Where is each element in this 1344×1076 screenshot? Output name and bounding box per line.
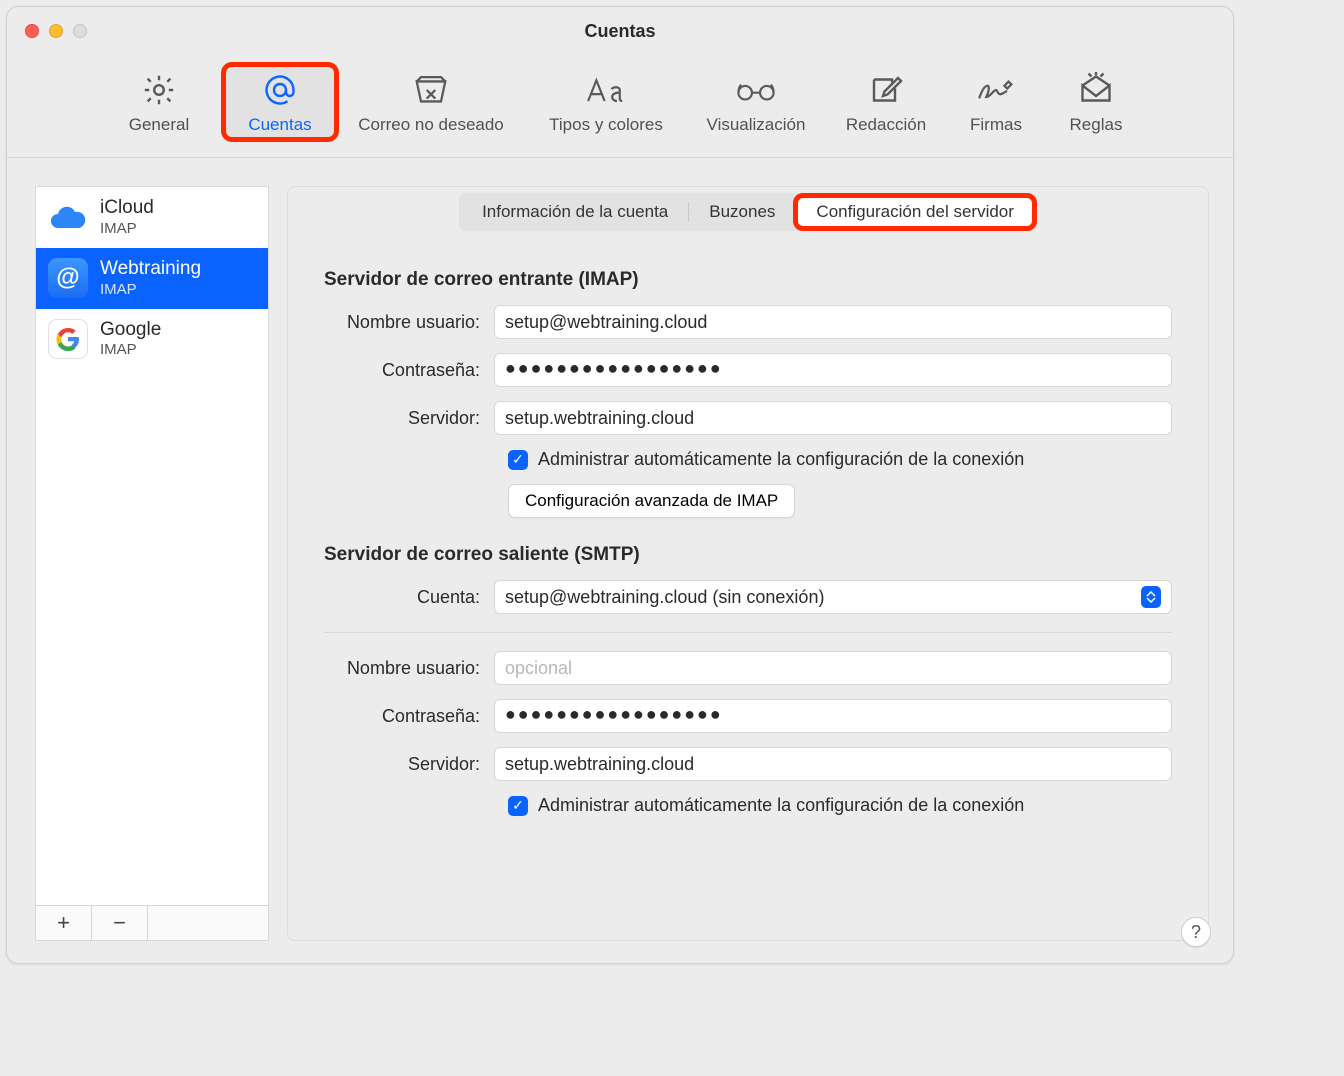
remove-account-button[interactable]: −	[92, 906, 148, 940]
tab-viewing[interactable]: Visualización	[686, 65, 826, 139]
glasses-icon	[733, 71, 779, 109]
account-tabs: Información de la cuenta Buzones Configu…	[288, 193, 1208, 231]
account-protocol: IMAP	[100, 220, 154, 238]
outgoing-section-title: Servidor de correo saliente (SMTP)	[324, 544, 1172, 566]
icloud-icon	[48, 197, 88, 237]
compose-icon	[868, 71, 904, 109]
sidebar-footer-spacer	[148, 906, 268, 940]
accounts-list: iCloud IMAP @ Webtraining IMAP	[36, 187, 268, 905]
gear-icon	[141, 71, 177, 109]
incoming-username-label: Nombre usuario:	[324, 312, 494, 333]
outgoing-host-label: Servidor:	[324, 754, 494, 775]
main-panel: Información de la cuenta Buzones Configu…	[287, 186, 1209, 941]
tab-compose[interactable]: Redacción	[826, 65, 946, 139]
account-name: Webtraining	[100, 258, 201, 281]
fonts-icon	[584, 71, 628, 109]
account-protocol: IMAP	[100, 281, 201, 299]
account-item-icloud[interactable]: iCloud IMAP	[36, 187, 268, 248]
outgoing-auto-checkbox[interactable]: ✓	[508, 796, 528, 816]
tab-accounts[interactable]: Cuentas	[224, 65, 336, 139]
content-area: iCloud IMAP @ Webtraining IMAP	[7, 158, 1233, 963]
sidebar-footer: + −	[36, 905, 268, 940]
at-icon	[262, 71, 298, 109]
incoming-password-label: Contraseña:	[324, 360, 494, 381]
account-item-webtraining[interactable]: @ Webtraining IMAP	[36, 248, 268, 309]
tab-signatures[interactable]: Firmas	[946, 65, 1046, 139]
account-name: iCloud	[100, 197, 154, 220]
account-item-google[interactable]: Google IMAP	[36, 309, 268, 370]
incoming-password-input[interactable]	[494, 353, 1172, 387]
outgoing-username-label: Nombre usuario:	[324, 658, 494, 679]
advanced-imap-button[interactable]: Configuración avanzada de IMAP	[508, 484, 795, 518]
google-icon	[48, 319, 88, 359]
tab-junk[interactable]: Correo no deseado	[336, 65, 526, 139]
incoming-auto-checkbox[interactable]: ✓	[508, 450, 528, 470]
help-button[interactable]: ?	[1181, 917, 1211, 947]
add-account-button[interactable]: +	[36, 906, 92, 940]
tab-server-settings[interactable]: Configuración del servidor	[796, 196, 1034, 228]
tab-general[interactable]: General	[94, 65, 224, 139]
chevron-updown-icon	[1141, 586, 1161, 608]
at-icon: @	[48, 258, 88, 298]
junk-icon	[411, 71, 451, 109]
incoming-host-label: Servidor:	[324, 408, 494, 429]
outgoing-password-label: Contraseña:	[324, 706, 494, 727]
signature-icon	[975, 71, 1017, 109]
tab-rules[interactable]: Reglas	[1046, 65, 1146, 139]
tab-mailboxes[interactable]: Buzones	[689, 196, 795, 228]
account-protocol: IMAP	[100, 341, 161, 359]
preferences-toolbar: General Cuentas Correo no deseado Tipos …	[7, 55, 1233, 158]
rules-icon	[1078, 71, 1114, 109]
server-settings-form: Servidor de correo entrante (IMAP) Nombr…	[288, 231, 1208, 840]
outgoing-password-input[interactable]	[494, 699, 1172, 733]
outgoing-auto-label: Administrar automáticamente la configura…	[538, 795, 1024, 816]
outgoing-host-input[interactable]	[494, 747, 1172, 781]
incoming-section-title: Servidor de correo entrante (IMAP)	[324, 269, 1172, 291]
divider	[324, 632, 1172, 633]
tab-fonts[interactable]: Tipos y colores	[526, 65, 686, 139]
preferences-window: Cuentas General Cuentas Correo no desead…	[6, 6, 1234, 964]
accounts-sidebar: iCloud IMAP @ Webtraining IMAP	[35, 186, 269, 941]
incoming-auto-label: Administrar automáticamente la configura…	[538, 449, 1024, 470]
outgoing-account-label: Cuenta:	[324, 587, 494, 608]
outgoing-account-select[interactable]: setup@webtraining.cloud (sin conexión)	[494, 580, 1172, 614]
outgoing-account-selected: setup@webtraining.cloud (sin conexión)	[505, 587, 824, 608]
incoming-username-input[interactable]	[494, 305, 1172, 339]
tab-account-info[interactable]: Información de la cuenta	[462, 196, 688, 228]
incoming-host-input[interactable]	[494, 401, 1172, 435]
outgoing-username-input[interactable]	[494, 651, 1172, 685]
titlebar: Cuentas	[7, 7, 1233, 55]
account-name: Google	[100, 319, 161, 342]
window-title: Cuentas	[7, 21, 1233, 42]
